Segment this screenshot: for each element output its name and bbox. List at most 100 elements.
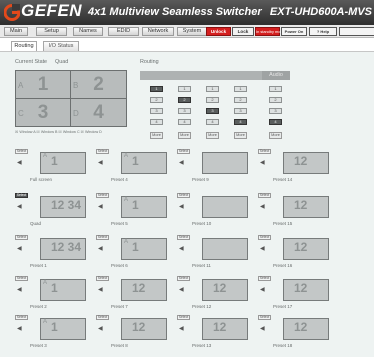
preset-name: Preset 5 — [111, 221, 128, 226]
preset-thumbnail[interactable]: 12 — [283, 279, 329, 301]
tab-edid[interactable]: EDID — [108, 27, 139, 36]
preset-thumbnail[interactable]: 12 — [283, 318, 329, 340]
preset-thumbnail[interactable]: 12 — [283, 196, 329, 218]
app-frame: GEFEN 4x1 Multiview Seamless Switcher EX… — [0, 0, 374, 357]
route-button-4-3[interactable]: 4 — [206, 119, 219, 125]
more-button-2[interactable]: More — [178, 132, 191, 139]
route-button-1-3[interactable]: 1 — [206, 86, 219, 92]
tab-system[interactable]: System — [177, 27, 207, 36]
preset-thumbnail[interactable]: 12 — [283, 238, 329, 260]
route-button-1-4[interactable]: 1 — [234, 86, 247, 92]
preset-select-button[interactable]: Select — [15, 193, 28, 198]
tab-setup[interactable]: Setup — [36, 27, 67, 36]
tab-network[interactable]: Network — [142, 27, 174, 36]
preset-thumbnail[interactable]: 12 34 — [40, 238, 86, 260]
route-button-1-5[interactable]: 1 — [269, 86, 282, 92]
preset-thumbnail[interactable]: 1A — [40, 318, 86, 340]
route-button-4-1[interactable]: 4 — [150, 119, 163, 125]
preset-select-button[interactable]: Select — [177, 235, 190, 240]
more-button-4[interactable]: More — [234, 132, 247, 139]
standby-status: In standby mode — [255, 27, 285, 36]
preset-select-button[interactable]: Select — [258, 315, 271, 320]
preset-thumbnail-label: 12 — [132, 281, 146, 295]
preset-thumbnail[interactable]: 12 — [121, 279, 167, 301]
current-state-display: A1 B2 C3 D4 — [15, 70, 127, 127]
preset-select-button[interactable]: Select — [96, 276, 109, 281]
preset-select-button[interactable]: Select — [258, 149, 271, 154]
route-button-2-3[interactable]: 2 — [206, 97, 219, 103]
preset-select-button[interactable]: Select — [177, 149, 190, 154]
route-button-2-5[interactable]: 2 — [269, 97, 282, 103]
preset-name: Preset 2 — [30, 304, 47, 309]
preset-select-button[interactable]: Select — [258, 276, 271, 281]
tab-routing[interactable]: Routing — [11, 41, 37, 51]
tab-main[interactable]: Main — [4, 27, 28, 36]
speaker-icon: ◀ — [260, 204, 265, 210]
preset-name: Preset 10 — [192, 221, 212, 226]
preset-thumbnail[interactable]: 12 — [202, 279, 248, 301]
tab-io-status[interactable]: I/O Status — [43, 41, 79, 51]
preset-thumbnail[interactable]: 12 — [283, 152, 329, 174]
unlock-button[interactable]: Unlock — [206, 27, 231, 36]
route-button-3-5[interactable]: 3 — [269, 108, 282, 114]
preset-select-button[interactable]: Select — [15, 276, 28, 281]
preset-thumbnail-label: 12 — [294, 154, 308, 168]
more-button-1[interactable]: More — [150, 132, 163, 139]
more-button-5[interactable]: More — [269, 132, 282, 139]
preset-name: Preset 15 — [273, 221, 293, 226]
lock-button[interactable]: Lock — [232, 27, 254, 36]
route-button-3-2[interactable]: 3 — [178, 108, 191, 114]
preset-thumbnail-label: 1 — [51, 281, 58, 295]
preset-thumbnail-label: 1 — [132, 154, 139, 168]
preset-window-letter: A — [124, 153, 129, 159]
preset-select-button[interactable]: Select — [96, 149, 109, 154]
preset-thumbnail[interactable]: 1A — [121, 196, 167, 218]
route-button-2-4[interactable]: 2 — [234, 97, 247, 103]
more-button-3[interactable]: More — [206, 132, 219, 139]
preset-select-button[interactable]: Select — [15, 235, 28, 240]
preset-select-button[interactable]: Select — [15, 149, 28, 154]
preset-select-button[interactable]: Select — [96, 315, 109, 320]
route-button-4-2[interactable]: 4 — [178, 119, 191, 125]
help-button[interactable]: ? Help — [309, 27, 337, 36]
route-button-3-4[interactable]: 3 — [234, 108, 247, 114]
preset-select-button[interactable]: Select — [177, 193, 190, 198]
preset-select-button[interactable]: Select — [258, 235, 271, 240]
preset-name: Preset 14 — [273, 177, 293, 182]
preset-thumbnail[interactable] — [202, 238, 248, 260]
preset-select-button[interactable]: Select — [177, 276, 190, 281]
preset-thumbnail[interactable]: 1A — [121, 152, 167, 174]
preset-thumbnail[interactable]: 12 34 — [40, 196, 86, 218]
preset-thumbnail[interactable] — [202, 152, 248, 174]
preset-select-button[interactable]: Select — [15, 315, 28, 320]
preset-select-button[interactable]: Select — [177, 315, 190, 320]
route-button-2-1[interactable]: 2 — [150, 97, 163, 103]
preset-select-button[interactable]: Select — [96, 193, 109, 198]
route-button-1-2[interactable]: 1 — [178, 86, 191, 92]
route-button-4-4[interactable]: 4 — [234, 119, 247, 125]
route-button-1-1[interactable]: 1 — [150, 86, 163, 92]
preset-thumbnail-label: 1 — [132, 198, 139, 212]
preset-thumbnail[interactable]: 1A — [40, 152, 86, 174]
route-button-2-2[interactable]: 2 — [178, 97, 191, 103]
preset-thumbnail[interactable]: 12 — [121, 318, 167, 340]
speaker-icon: ◀ — [260, 160, 265, 166]
power-on-button[interactable]: Power On — [281, 27, 307, 36]
preset-thumbnail[interactable]: 12 — [202, 318, 248, 340]
window-c-source: 3 — [37, 102, 49, 123]
preset-name: Preset 11 — [192, 263, 211, 268]
speaker-icon: ◀ — [260, 287, 265, 293]
route-button-3-1[interactable]: 3 — [150, 108, 163, 114]
route-button-3-3[interactable]: 3 — [206, 108, 219, 114]
preset-select-button[interactable]: Select — [258, 193, 271, 198]
preset-name: Preset 13 — [192, 343, 212, 348]
window-b: B2 — [71, 71, 126, 99]
preset-thumbnail[interactable]: 1A — [40, 279, 86, 301]
tab-names[interactable]: Names — [73, 27, 103, 36]
preset-thumbnail[interactable] — [202, 196, 248, 218]
gefen-logo-icon — [4, 4, 20, 21]
preset-thumbnail-label: 12 — [294, 198, 308, 212]
preset-thumbnail[interactable]: 1A — [121, 238, 167, 260]
preset-select-button[interactable]: Select — [96, 235, 109, 240]
route-button-4-5[interactable]: 4 — [269, 119, 282, 125]
